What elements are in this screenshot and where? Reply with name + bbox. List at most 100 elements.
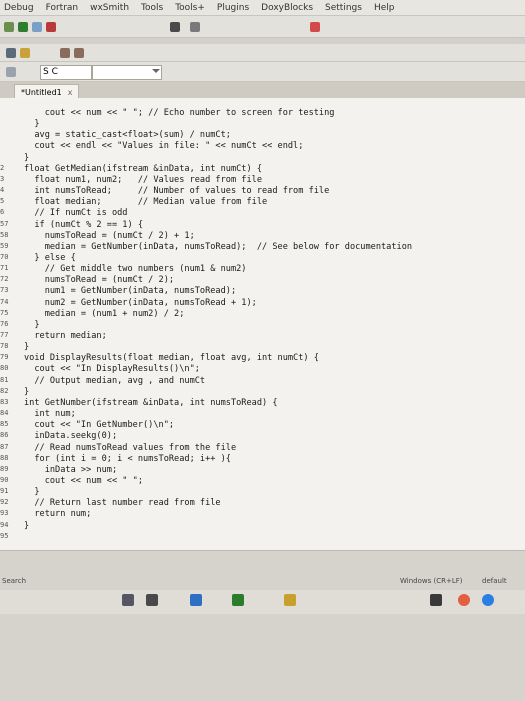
- code-line: // If numCt is odd: [24, 208, 128, 219]
- taskbar-app-icon-5[interactable]: [284, 594, 296, 606]
- code-line: inData.seekg(0);: [24, 431, 118, 442]
- line-number: 75: [0, 308, 9, 317]
- code-line: cout << endl << "Values in file: " << nu…: [24, 141, 304, 152]
- code-line: avg = static_cast<float>(sum) / numCt;: [24, 130, 231, 141]
- line-number: 93: [0, 509, 9, 518]
- line-number: 76: [0, 319, 9, 328]
- code-line: numsToRead = (numCt / 2) + 1;: [24, 230, 195, 241]
- code-line: num2 = GetNumber(inData, numsToRead + 1)…: [24, 297, 257, 308]
- line-number: 84: [0, 409, 9, 418]
- taskbar-app-icon-4[interactable]: [232, 594, 244, 606]
- line-number: 80: [0, 364, 9, 373]
- taskbar: [0, 590, 525, 614]
- code-line: num1 = GetNumber(inData, numsToRead);: [24, 286, 237, 297]
- code-editor[interactable]: 2 3 4 5 6 57 58 59 70 71 72 73 74 75 76 77 78 79 80 81 82 83 8…: [0, 98, 525, 550]
- code-line: // Get middle two numbers (num1 & num2): [24, 264, 247, 275]
- menu-item[interactable]: Debug: [4, 3, 34, 13]
- line-number: 90: [0, 475, 9, 484]
- menu-item[interactable]: Fortran: [46, 3, 79, 13]
- code-line: // Output median, avg , and numCt: [24, 375, 206, 386]
- code-line: median = (num1 + num2) / 2;: [24, 308, 185, 319]
- menu-item[interactable]: Plugins: [217, 3, 249, 13]
- search-input[interactable]: S C: [40, 65, 92, 80]
- step-icon[interactable]: [32, 22, 42, 32]
- code-line: int numsToRead; // Number of values to r…: [24, 186, 330, 197]
- debug-icon[interactable]: [4, 22, 14, 32]
- line-number: 58: [0, 230, 9, 239]
- settings-icon[interactable]: [190, 22, 200, 32]
- line-number: 77: [0, 331, 9, 339]
- line-number: 81: [0, 375, 9, 384]
- line-number: 88: [0, 453, 9, 462]
- menu-item[interactable]: Tools: [141, 3, 163, 13]
- code-line: }: [24, 119, 40, 130]
- toolbar-middle: [0, 44, 525, 62]
- taskbar-app-icon-6[interactable]: [430, 594, 442, 606]
- line-number: 72: [0, 275, 9, 284]
- tab-untitled1[interactable]: *Untitled1 x: [14, 84, 80, 99]
- line-number: 71: [0, 264, 9, 273]
- code-line: return num;: [24, 509, 92, 520]
- code-line: } else {: [24, 252, 76, 263]
- close-icon[interactable]: x: [68, 88, 73, 97]
- line-number: 74: [0, 297, 9, 306]
- line-number: 78: [0, 342, 9, 351]
- code-line: for (int i = 0; i < numsToRead; i++ ){: [24, 453, 231, 464]
- tab-label: *Untitled1: [21, 87, 62, 97]
- menu-item[interactable]: Tools+: [175, 3, 205, 13]
- breakpoint-icon[interactable]: [310, 22, 320, 32]
- taskbar-app-icon-7[interactable]: [458, 594, 470, 606]
- line-number: 57: [0, 219, 9, 228]
- code-line: cout << "In GetNumber()\n";: [24, 420, 175, 431]
- stop-icon[interactable]: [46, 22, 56, 32]
- code-line: float GetMedian(ifstream &inData, int nu…: [24, 163, 262, 174]
- line-number: 85: [0, 420, 9, 429]
- code-line: int GetNumber(ifstream &inData, int nums…: [24, 397, 278, 408]
- code-line: }: [24, 386, 30, 397]
- code-line: numsToRead = (numCt / 2);: [24, 275, 175, 286]
- line-number: 94: [0, 520, 9, 529]
- line-number: 3: [0, 174, 5, 183]
- line-number: 2: [0, 163, 5, 172]
- code-line: cout << num << " "; // Echo number to sc…: [24, 108, 335, 118]
- code-line: cout << num << " ";: [24, 475, 143, 486]
- line-number-gutter: 2 3 4 5 6 57 58 59 70 71 72 73 74 75 76 77 78 79 80 81 82 83 8…: [0, 98, 22, 550]
- taskbar-app-icon-8[interactable]: [482, 594, 494, 606]
- menu-bar: Debug Fortran wxSmith Tools Tools+ Plugins Dox…: [0, 0, 525, 16]
- editor-tab-bar: *Untitled1 x: [0, 82, 525, 99]
- open-file-icon[interactable]: [20, 48, 30, 58]
- code-line: median = GetNumber(inData, numsToRead); …: [24, 241, 413, 252]
- code-line: }: [24, 520, 30, 531]
- menu-item[interactable]: wxSmith: [90, 3, 129, 13]
- code-line: }: [24, 342, 30, 353]
- build-icon[interactable]: [170, 22, 180, 32]
- line-number: 86: [0, 431, 9, 440]
- taskbar-app-icon-3[interactable]: [190, 594, 202, 606]
- back-icon[interactable]: [60, 48, 70, 58]
- run-icon[interactable]: [18, 22, 28, 32]
- menu-item[interactable]: Settings: [325, 3, 362, 13]
- code-line: inData >> num;: [24, 464, 118, 475]
- search-icon[interactable]: [6, 67, 16, 77]
- new-file-icon[interactable]: [6, 48, 16, 58]
- menu-item[interactable]: Help: [374, 3, 395, 13]
- code-line: }: [24, 319, 40, 330]
- chevron-down-icon[interactable]: [152, 69, 160, 73]
- bottom-panel: [0, 550, 525, 701]
- taskbar-app-icon-1[interactable]: [122, 594, 134, 606]
- code-line: cout << "In DisplayResults()\n";: [24, 364, 200, 375]
- code-line: // Return last number read from file: [24, 498, 221, 509]
- code-line: }: [24, 487, 40, 498]
- line-number: 89: [0, 464, 9, 473]
- line-number: 4: [0, 186, 5, 195]
- code-line: float median; // Median value from file: [24, 197, 268, 208]
- code-line: }: [24, 152, 30, 163]
- menu-item[interactable]: DoxyBlocks: [261, 3, 313, 13]
- forward-icon[interactable]: [74, 48, 84, 58]
- code-line: if (numCt % 2 == 1) {: [24, 219, 143, 230]
- toolbar-top: [0, 16, 525, 38]
- taskbar-app-icon-2[interactable]: [146, 594, 158, 606]
- code-line: return median;: [24, 331, 107, 341]
- status-bar: Search Windows (CR+LF) default: [0, 576, 525, 588]
- line-number: 79: [0, 353, 9, 362]
